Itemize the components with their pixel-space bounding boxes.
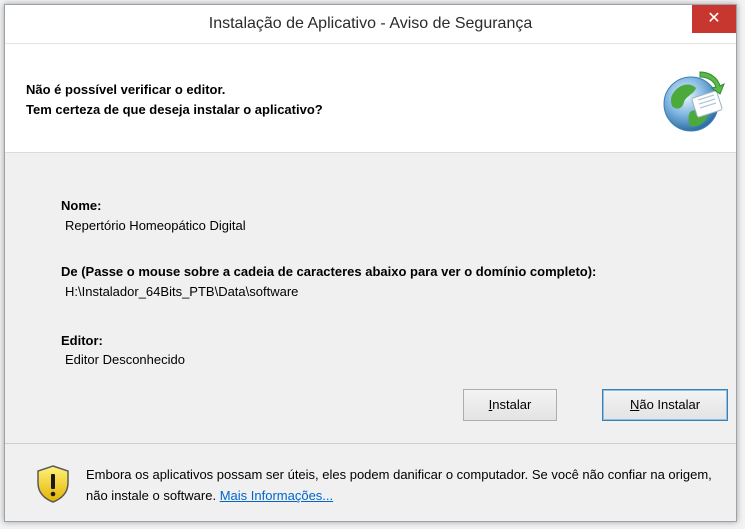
warning-message: Embora os aplicativos possam ser úteis, … [86,464,726,506]
name-value: Repertório Homeopático Digital [65,218,246,233]
publisher-label: Editor: [61,333,103,348]
details-panel: Nome: Repertório Homeopático Digital De … [5,153,736,443]
warning-footer: Embora os aplicativos possam ser úteis, … [5,443,736,521]
more-info-link[interactable]: Mais Informações... [220,488,333,503]
header-panel: Não é possível verificar o editor. Tem c… [5,44,736,153]
header-line-2: Tem certeza de que deseja instalar o apl… [26,102,323,117]
warning-text: Embora os aplicativos possam ser úteis, … [86,467,712,503]
name-label: Nome: [61,198,102,213]
close-button[interactable]: ✕ [692,5,736,33]
publisher-value: Editor Desconhecido [65,352,185,367]
header-message: Não é possível verificar o editor. Tem c… [26,80,323,120]
dont-install-label: ão Instalar [639,397,701,412]
install-button[interactable]: Instalar [463,389,557,421]
dont-install-button[interactable]: Não Instalar [602,389,728,421]
close-icon: ✕ [707,10,721,27]
dont-install-mnemonic: N [629,397,640,412]
from-value[interactable]: H:\Instalador_64Bits_PTB\Data\software [65,284,298,299]
from-label: De (Passe o mouse sobre a cadeia de cara… [61,264,597,279]
install-label: nstalar [492,397,532,412]
window-title: Instalação de Aplicativo - Aviso de Segu… [208,15,533,32]
globe-install-icon [663,71,725,132]
warning-shield-icon [37,465,69,503]
security-warning-dialog: Instalação de Aplicativo - Aviso de Segu… [4,4,737,522]
title-bar: Instalação de Aplicativo - Aviso de Segu… [5,5,736,44]
header-line-1: Não é possível verificar o editor. [26,82,226,97]
